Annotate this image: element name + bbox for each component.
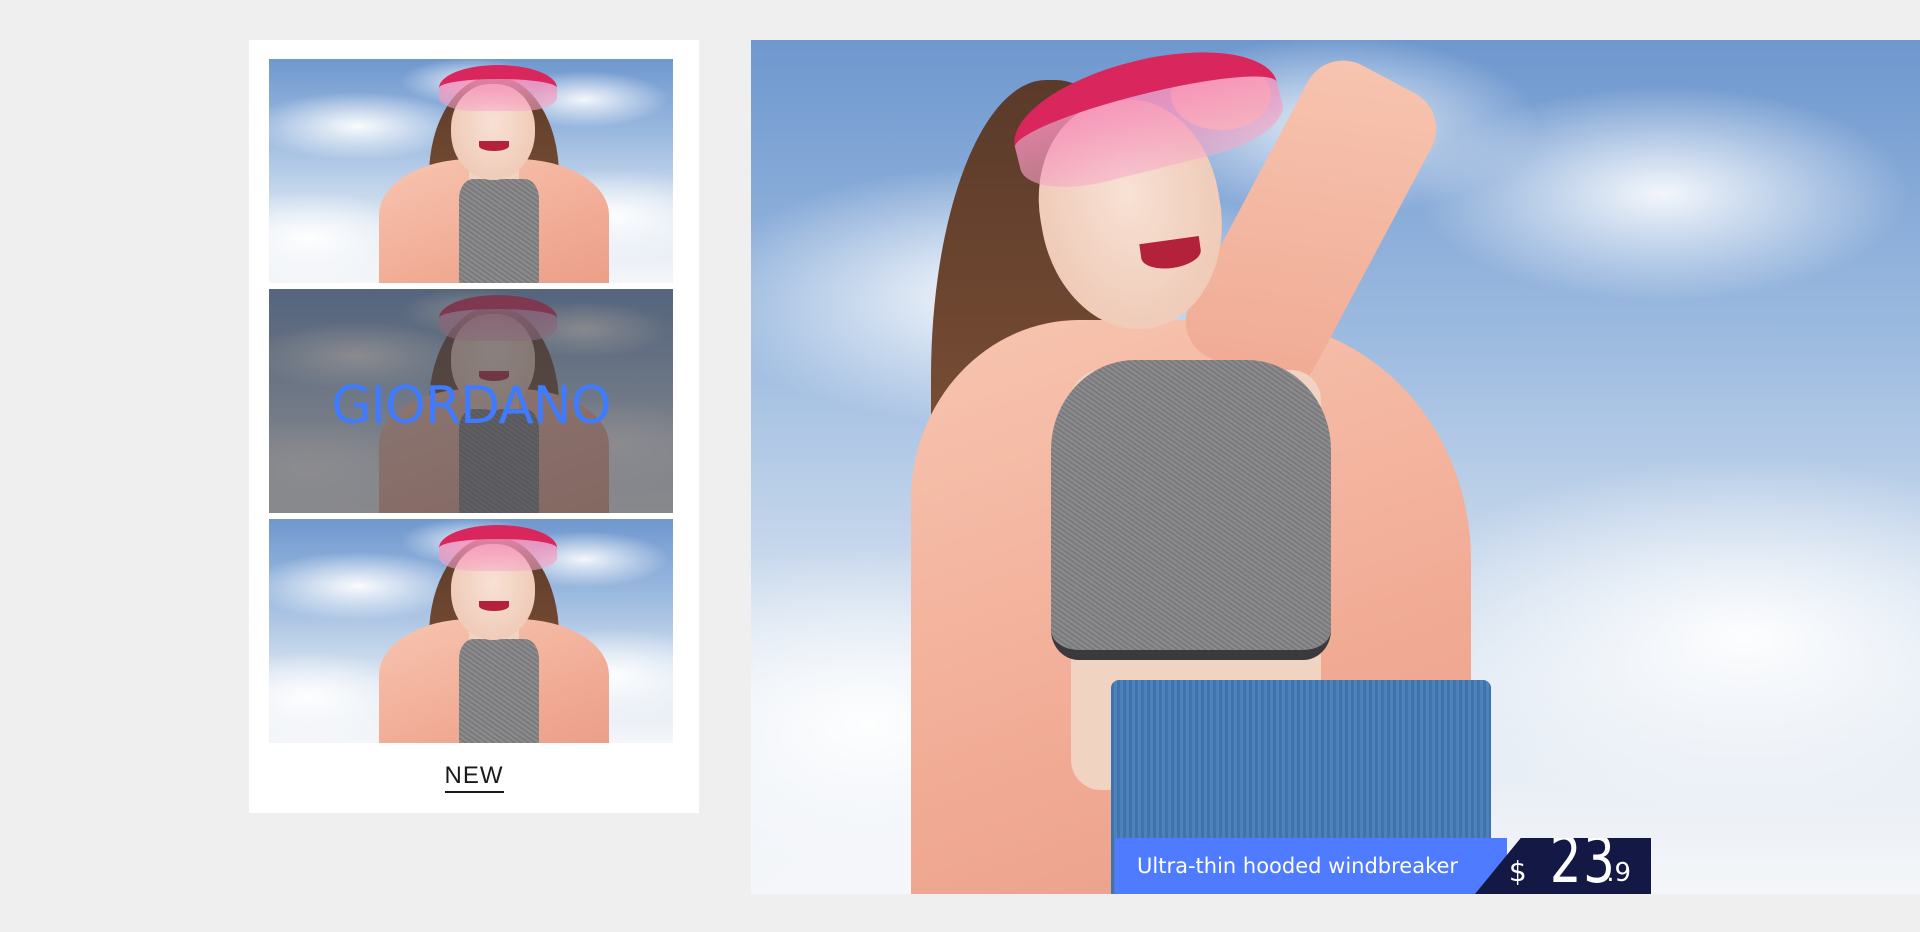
product-thumbnail-3[interactable] xyxy=(269,519,673,743)
price-integer: 23 xyxy=(1549,824,1617,894)
hero-banner[interactable]: Ultra-thin hooded windbreaker $ 23 .9 xyxy=(751,40,1920,894)
hero-model-photo xyxy=(811,40,1511,894)
product-thumbnail-1[interactable] xyxy=(269,59,673,283)
price-tag[interactable]: Ultra-thin hooded windbreaker $ 23 .9 xyxy=(1115,838,1651,894)
new-label-text: NEW xyxy=(444,762,504,793)
new-link[interactable]: NEW xyxy=(249,762,699,793)
brand-logo-text: GIORDANO xyxy=(331,376,611,436)
product-thumbnail-2[interactable]: GIORDANO xyxy=(269,289,673,513)
model-photo xyxy=(369,519,619,743)
product-tagline: Ultra-thin hooded windbreaker xyxy=(1115,838,1507,894)
model-photo xyxy=(369,59,619,283)
hover-overlay: GIORDANO xyxy=(269,289,673,513)
product-card[interactable]: GIORDANO NEW xyxy=(249,40,699,813)
price-currency: $ xyxy=(1508,855,1527,888)
